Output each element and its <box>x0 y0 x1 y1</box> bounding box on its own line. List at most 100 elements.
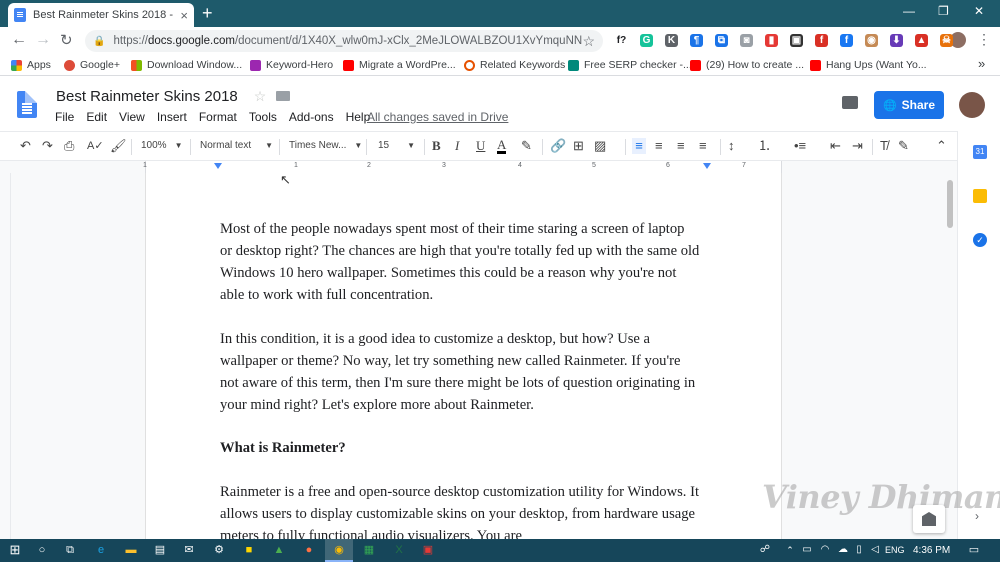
folder-icon[interactable] <box>276 91 291 101</box>
font-size-select[interactable]: 15 ▼ <box>378 140 415 151</box>
menu-edit[interactable]: Edit <box>86 110 107 124</box>
explore-button[interactable] <box>913 505 945 533</box>
align-left-icon[interactable]: ≡ <box>632 138 646 154</box>
sheets-icon[interactable]: ▦ <box>362 543 376 557</box>
bookmarks-overflow-button[interactable]: » <box>978 56 985 71</box>
bookmark-google-plus[interactable]: Google+ <box>64 59 120 71</box>
bookmark-keyword-hero[interactable]: Keyword-Hero <box>250 59 333 71</box>
editing-mode-icon[interactable]: ✎ <box>898 138 909 154</box>
redo-icon[interactable]: ↷ <box>42 138 53 154</box>
windows-start-icon[interactable]: ⊞ <box>8 543 22 557</box>
justify-icon[interactable]: ≡ <box>699 138 707 154</box>
reload-icon[interactable]: ↻ <box>60 31 73 49</box>
link-icon[interactable]: 🔗 <box>550 138 566 154</box>
cookie-extension-icon[interactable]: ◉ <box>865 34 878 47</box>
menu-insert[interactable]: Insert <box>157 110 187 124</box>
decrease-indent-icon[interactable]: ⇤ <box>830 138 841 154</box>
highlight-icon[interactable]: ✎ <box>521 138 532 154</box>
bookmark-download-windows[interactable]: Download Window... <box>131 59 242 71</box>
bookmark-star-icon[interactable]: ☆ <box>582 33 595 50</box>
align-right-icon[interactable]: ≡ <box>677 138 685 154</box>
mail-icon[interactable]: ✉ <box>182 543 196 557</box>
font-select[interactable]: Times New... ▼ <box>289 140 362 151</box>
numbered-list-icon[interactable]: ⒈ <box>758 138 771 154</box>
browser-tab[interactable]: Best Rainmeter Skins 2018 - Goo × <box>8 3 194 27</box>
forward-arrow-icon[interactable]: → <box>35 31 51 49</box>
clear-formatting-icon[interactable]: T̸ <box>880 138 888 154</box>
file-explorer-icon[interactable]: ▬ <box>124 543 138 557</box>
google-docs-logo-icon[interactable] <box>17 91 37 118</box>
menu-file[interactable]: File <box>55 110 74 124</box>
extension-misc-icon[interactable]: ☠ <box>940 34 953 47</box>
flipboard-extension-icon[interactable]: f <box>815 34 828 47</box>
bookmark-hang-ups[interactable]: Hang Ups (Want Yo... <box>810 59 927 71</box>
volume-icon[interactable]: ◁ <box>868 543 882 557</box>
wifi-icon[interactable]: ◠ <box>818 543 832 557</box>
app-icon[interactable]: ▣ <box>421 543 435 557</box>
print-icon[interactable]: ⎙ <box>64 138 74 154</box>
formula-extension-icon[interactable]: f? <box>615 34 628 47</box>
excel-icon[interactable]: X <box>392 543 406 557</box>
paint-format-icon[interactable]: 🖌 <box>110 138 127 154</box>
sticky-notes-icon[interactable]: ■ <box>242 543 256 557</box>
chrome-menu-icon[interactable]: ⋮ <box>977 31 991 48</box>
tab-extension-icon[interactable]: ▣ <box>790 34 803 47</box>
calendar-icon[interactable]: 31 <box>973 145 987 159</box>
minimize-button[interactable]: — <box>903 4 915 18</box>
url-field[interactable]: 🔒 https://docs.google.com/document/d/1X4… <box>85 30 603 52</box>
bookmark-migrate-wordpress[interactable]: Migrate a WordPre... <box>343 59 456 71</box>
bookmark-apps[interactable]: Apps <box>11 59 51 71</box>
bookmark-related-keywords[interactable]: Related Keywords <box>464 59 565 71</box>
italic-icon[interactable]: I <box>455 138 459 154</box>
bookmark-how-to-create[interactable]: (29) How to create ... <box>690 59 804 71</box>
vertical-scrollbar[interactable] <box>947 180 953 228</box>
paragraph-extension-icon[interactable]: ¶ <box>690 34 703 47</box>
settings-gear-icon[interactable]: ⚙ <box>212 543 226 557</box>
add-comment-icon[interactable]: ⊞ <box>573 138 584 154</box>
show-hidden-icons[interactable]: ⌃ <box>783 543 797 557</box>
new-tab-button[interactable]: + <box>202 3 213 23</box>
align-center-icon[interactable]: ≡ <box>655 138 663 154</box>
spellcheck-icon[interactable]: A✓ <box>87 138 104 154</box>
extension-copy-icon[interactable]: ⧉ <box>715 34 728 47</box>
paragraph-rainmeter-description[interactable]: Rainmeter is a free and open-source desk… <box>220 481 700 539</box>
left-indent-marker[interactable] <box>214 163 222 169</box>
extension-alert-icon[interactable]: ▲ <box>915 34 928 47</box>
edge-icon[interactable]: e <box>94 543 108 557</box>
drive-icon[interactable]: ▲ <box>272 543 286 557</box>
menu-add-ons[interactable]: Add-ons <box>289 110 334 124</box>
menu-format[interactable]: Format <box>199 110 237 124</box>
store-icon[interactable]: ▤ <box>153 543 167 557</box>
bookmark-serp-checker[interactable]: Free SERP checker -... <box>568 59 692 71</box>
back-arrow-icon[interactable]: ← <box>11 31 27 49</box>
cortana-search-icon[interactable]: ○ <box>35 543 49 557</box>
battery-icon[interactable]: ▯ <box>852 543 866 557</box>
close-tab-icon[interactable]: × <box>180 8 188 23</box>
people-icon[interactable]: ☍ <box>758 543 772 557</box>
document-title[interactable]: Best Rainmeter Skins 2018 ☆ <box>56 88 291 105</box>
tasks-icon[interactable]: ✓ <box>973 233 987 247</box>
insert-image-icon[interactable]: ▨ <box>594 138 606 154</box>
grammarly-icon[interactable]: G <box>640 34 653 47</box>
maximize-button[interactable]: ❐ <box>938 4 949 18</box>
zoom-select[interactable]: 100% ▼ <box>141 140 183 151</box>
chrome-icon[interactable]: ◉ <box>332 543 346 557</box>
share-button[interactable]: 🌐 Share <box>874 91 944 119</box>
bold-icon[interactable]: B <box>432 138 441 154</box>
menu-view[interactable]: View <box>119 110 145 124</box>
taskbar-clock[interactable]: 4:36 PM <box>913 545 950 556</box>
menu-tools[interactable]: Tools <box>249 110 277 124</box>
bookmark-extension-icon[interactable]: ▮ <box>765 34 778 47</box>
network-icon[interactable]: ▭ <box>800 543 814 557</box>
undo-icon[interactable]: ↶ <box>20 138 31 154</box>
paragraph-style-select[interactable]: Normal text ▼ <box>200 140 273 151</box>
right-indent-marker[interactable] <box>703 163 711 169</box>
download-extension-icon[interactable]: ⬇ <box>890 34 903 47</box>
chevron-up-icon[interactable]: ⌃ <box>936 138 947 154</box>
keyword-extension-icon[interactable]: K <box>665 34 678 47</box>
user-avatar[interactable] <box>959 92 985 118</box>
underline-icon[interactable]: U <box>476 138 485 154</box>
star-icon[interactable]: ☆ <box>254 88 267 104</box>
bulleted-list-icon[interactable]: •≡ <box>794 138 806 154</box>
line-spacing-icon[interactable]: ↕ <box>728 138 735 154</box>
